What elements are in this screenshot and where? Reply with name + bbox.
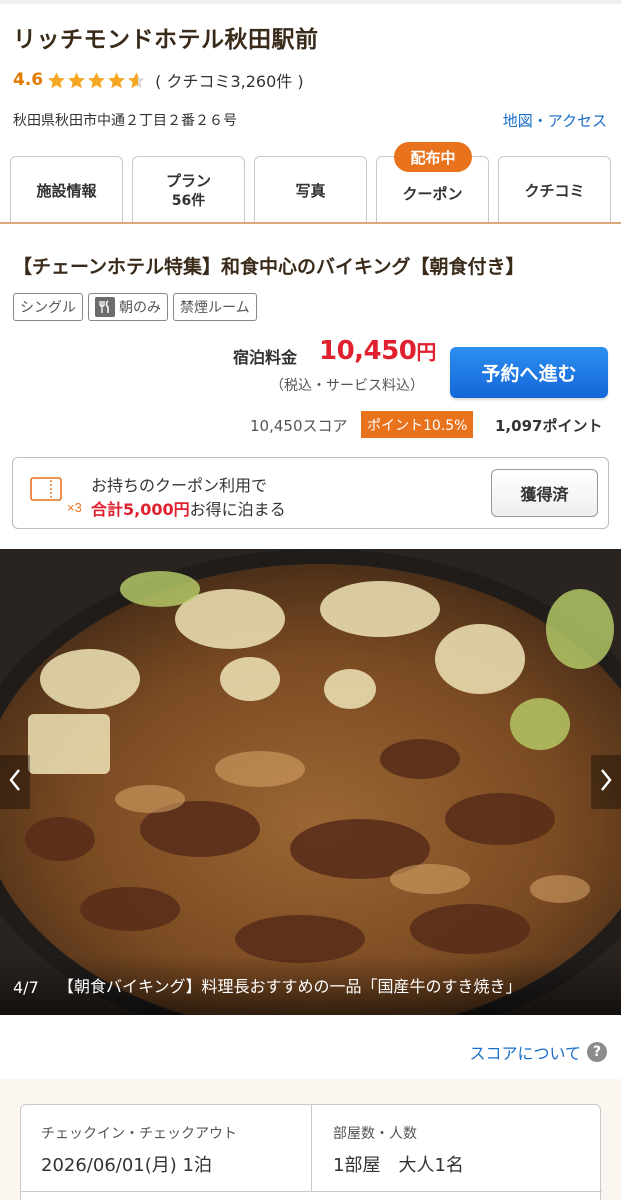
coupon-total: 合計5,000円 [91,500,190,519]
rating-score: 4.6 [13,70,44,90]
star-icon [48,71,65,88]
tag-smoking: 禁煙ルーム [173,293,257,321]
coupon-acquired-button[interactable]: 獲得済 [491,469,598,517]
rating-row[interactable]: 4.6 ( クチコミ3,260件 ) [13,66,304,94]
price-amount: 10,450 [319,336,417,366]
plan-title[interactable]: 【チェーンホテル特集】和食中心のバイキング【朝食付き】 [13,252,524,279]
tab-label: プラン [165,171,211,190]
photo-next-button[interactable] [591,755,621,809]
tab-label: クーポン [402,184,463,203]
price-value: 10,450円 [319,336,436,366]
rooms-label: 部屋数・人数 [333,1126,417,1142]
price-note: （税込・サービス料込） [270,378,424,394]
photo-counter: 4/7 [13,978,39,997]
help-icon: ? [587,1042,607,1062]
map-access-link[interactable]: 地図・アクセス [503,110,607,131]
plan-photo[interactable]: 4/7 【朝食バイキング】料理長おすすめの一品「国産牛のすき焼き」 [0,549,621,1015]
tag-room-type: シングル [13,293,83,321]
reserve-button[interactable]: 予約へ進む [450,347,608,398]
plan-tags: シングル 朝のみ 禁煙ルーム [13,293,262,321]
coupon-box: ×3 お持ちのクーポン利用で 合計5,000円お得に泊まる 獲得済 [12,457,609,529]
tag-label: 禁煙ルーム [180,300,250,316]
search-divider [311,1105,312,1191]
star-icon [128,71,145,88]
tabs-divider [0,222,621,224]
tab-label: 施設情報 [36,181,97,200]
point-rate-badge: ポイント10.5% [361,411,474,438]
tag-label: 朝のみ [119,300,161,316]
tab-plan-count: 56件 [171,192,206,209]
price-label: 宿泊料金 [233,348,298,367]
point-amount: 1,097ポイント [495,417,603,435]
chevron-right-icon [599,768,613,796]
hotel-tabs: 施設情報 プラン 56件 写真 クーポン クチコミ [10,156,611,224]
coupon-text-line1: お持ちのクーポン利用で [91,476,268,495]
hotel-address: 秋田県秋田市中通２丁目２番２６号 [13,113,237,129]
rooms-value[interactable]: 1部屋 大人1名 [333,1151,464,1177]
search-conditions-box[interactable]: チェックイン・チェックアウト 2026/06/01(月) 1泊 部屋数・人数 1… [20,1104,602,1200]
search-row-divider [21,1191,602,1192]
star-icon [68,71,85,88]
coupon-text-line2: 合計5,000円お得に泊まる [91,496,286,520]
photo-prev-button[interactable] [0,755,30,809]
tab-reviews[interactable]: クチコミ [498,156,611,224]
tab-label: クチコミ [524,181,585,200]
tab-photos[interactable]: 写真 [254,156,367,224]
star-icon [108,71,125,88]
tab-label: 写真 [295,181,326,200]
star-rating [47,71,147,90]
price-unit: 円 [416,340,436,364]
sukiyaki-photo [0,549,621,1015]
fork-knife-icon [95,297,115,317]
tag-meal: 朝のみ [88,293,168,321]
hotel-name: リッチモンドホテル秋田駅前 [13,27,319,53]
score-info-link[interactable]: スコアについて ? [469,1040,607,1064]
coupon-text-rest: お得に泊まる [189,500,286,519]
score-text: 10,450スコア [250,417,348,435]
score-link-label: スコアについて [469,1044,581,1063]
chevron-left-icon [8,768,22,796]
coupon-ticket-icon: ×3 [29,474,82,515]
checkin-label: チェックイン・チェックアウト [41,1126,237,1142]
checkin-value[interactable]: 2026/06/01(月) 1泊 [41,1151,212,1177]
tab-facility-info[interactable]: 施設情報 [10,156,123,224]
coupon-distribution-badge: 配布中 [394,142,472,172]
review-count[interactable]: ( クチコミ3,260件 ) [155,68,303,92]
coupon-count: ×3 [67,500,81,514]
star-icon [88,71,105,88]
tag-label: シングル [20,300,76,316]
tab-plans[interactable]: プラン 56件 [132,156,245,224]
top-divider [0,0,621,4]
photo-caption: 【朝食バイキング】料理長おすすめの一品「国産牛のすき焼き」 [58,977,522,996]
